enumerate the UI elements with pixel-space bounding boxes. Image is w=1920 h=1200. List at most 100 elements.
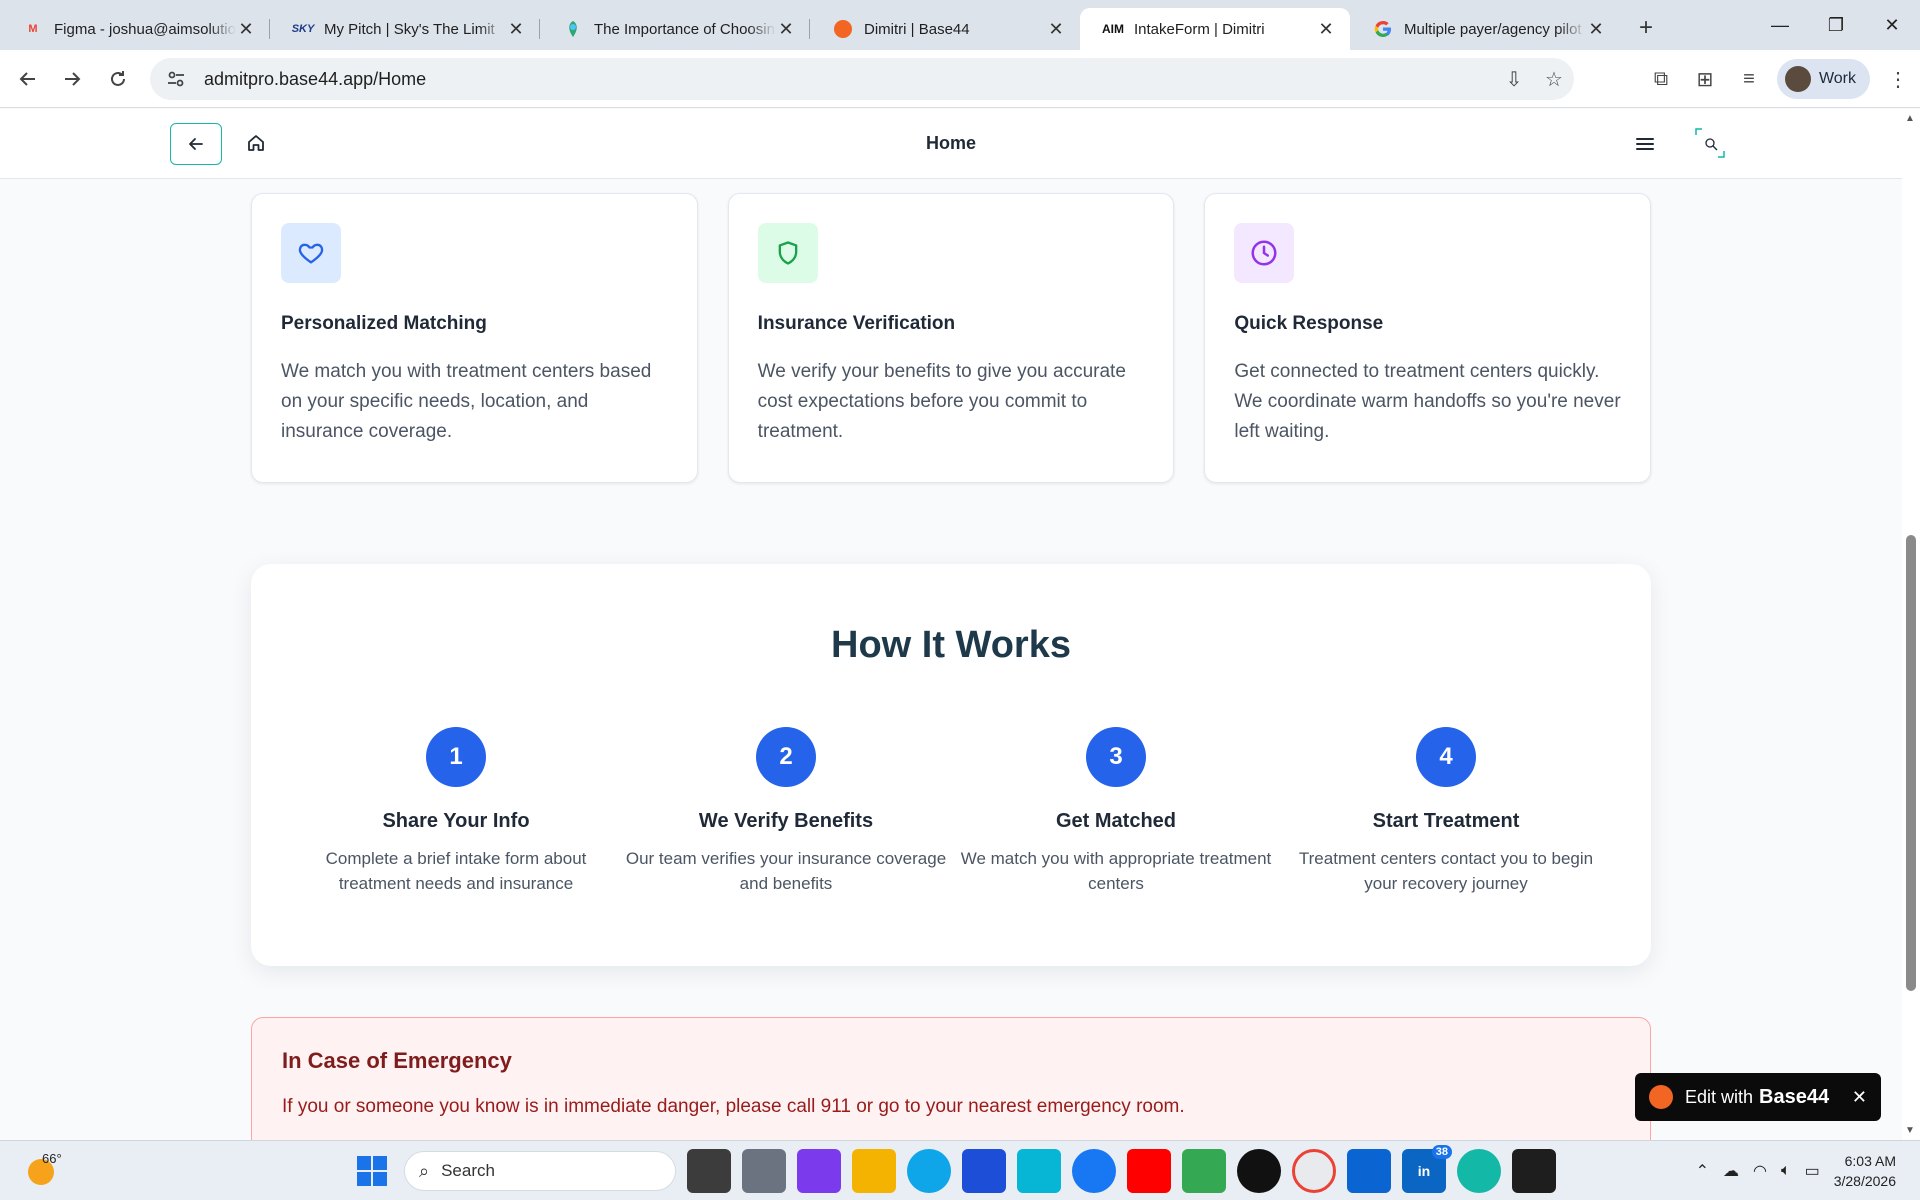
feature-card: Quick Response Get connected to treatmen…	[1204, 193, 1652, 483]
facebook-icon[interactable]	[1072, 1149, 1116, 1193]
chatgpt-icon[interactable]	[1237, 1149, 1281, 1193]
tab-title: Multiple payer/agency pilot	[1404, 20, 1582, 38]
feature-title: Quick Response	[1234, 313, 1384, 334]
scrollbar-thumb[interactable]	[1906, 535, 1916, 991]
feature-title: Insurance Verification	[757, 313, 956, 334]
close-icon[interactable]: ✕	[1852, 1087, 1867, 1108]
volume-icon[interactable]: 🔈︎	[1781, 1162, 1791, 1180]
back-arrow-icon[interactable]	[6, 57, 50, 101]
browser-tab-active[interactable]: AIM IntakeForm | Dimitri ✕	[1080, 8, 1350, 50]
step-number-badge: 2	[756, 727, 816, 787]
scroll-up-icon[interactable]: ▲	[1905, 113, 1915, 124]
battery-icon[interactable]: ▭	[1805, 1161, 1820, 1181]
clock[interactable]: 6:03 AM 3/28/2026	[1834, 1151, 1896, 1191]
feature-card: Personalized Matching We match you with …	[251, 193, 698, 483]
canva-icon[interactable]	[1017, 1149, 1061, 1193]
base44-icon	[834, 20, 852, 38]
tab-close-icon[interactable]: ✕	[1586, 19, 1606, 40]
edit-with-base44-button[interactable]: Edit with Base44 ✕	[1635, 1073, 1881, 1121]
clock-icon	[1251, 240, 1277, 266]
youtube-icon[interactable]	[1127, 1149, 1171, 1193]
step-number-badge: 1	[426, 727, 486, 787]
step-item: 3 Get Matched We match you with appropri…	[951, 727, 1281, 896]
scroll-down-icon[interactable]: ▼	[1905, 1125, 1915, 1136]
tab-close-icon[interactable]: ✕	[236, 19, 256, 40]
edge-icon[interactable]	[907, 1149, 951, 1193]
figma-icon[interactable]	[1512, 1149, 1556, 1193]
feature-card: Insurance Verification We verify your be…	[727, 193, 1175, 483]
profile-button[interactable]: Work	[1776, 59, 1870, 99]
linkedin-icon[interactable]: in 38	[1402, 1145, 1452, 1193]
start-button[interactable]	[350, 1149, 394, 1193]
tab-close-icon[interactable]: ✕	[776, 19, 796, 40]
browser-tab-strip: M Figma - joshua@aimsolutions ✕ SKY My P…	[0, 0, 1920, 50]
calculator-icon[interactable]	[742, 1149, 786, 1193]
step-description: Our team verifies your insurance coverag…	[625, 849, 947, 893]
search-placeholder: Search	[441, 1161, 495, 1180]
browser-toolbar: admitpro.base44.app/Home ⇩ ☆ ⧉ ⊞ ≡ Work …	[0, 50, 1920, 108]
site-settings-icon[interactable]	[166, 69, 186, 89]
window-close-icon[interactable]: ✕	[1864, 0, 1920, 50]
tab-search-icon[interactable]: ⊞	[1683, 67, 1727, 92]
menu-button[interactable]	[1632, 131, 1658, 157]
page-scrollbar[interactable]: ▲ ▼	[1902, 109, 1920, 1140]
taskbar-search[interactable]: ⌕ Search	[404, 1151, 676, 1191]
install-app-icon[interactable]: ⇩	[1494, 67, 1534, 92]
sky-icon: SKY	[291, 23, 315, 35]
window-controls: — ❐ ✕	[1752, 0, 1920, 50]
step-item: 4 Start Treatment Treatment centers cont…	[1281, 727, 1611, 896]
google-drive-icon[interactable]	[1182, 1149, 1226, 1193]
browser-tab[interactable]: M Figma - joshua@aimsolutions ✕	[0, 8, 270, 50]
heart-icon	[298, 243, 324, 264]
browser-tab[interactable]: Dimitri | Base44 ✕	[810, 8, 1080, 50]
windows-taskbar: 66° ⌕ Search in 38 ⌃ ☁ ◠ 🔈︎ ▭ 6:03 AM 3/…	[0, 1140, 1920, 1200]
emergency-notice: In Case of Emergency If you or someone y…	[251, 1017, 1651, 1140]
browser-tab[interactable]: SKY My Pitch | Sky's The Limit ✕	[270, 8, 540, 50]
steps-list: 1 Share Your Info Complete a brief intak…	[291, 727, 1611, 896]
reload-icon[interactable]	[96, 57, 140, 101]
file-explorer-icon[interactable]	[852, 1149, 896, 1193]
new-tab-button[interactable]: +	[1628, 10, 1664, 46]
step-number-badge: 3	[1086, 727, 1146, 787]
outlook-icon[interactable]	[1347, 1149, 1391, 1193]
tab-close-icon[interactable]: ✕	[1046, 19, 1066, 40]
store-icon[interactable]	[962, 1149, 1006, 1193]
browser-tab[interactable]: The Importance of Choosing ✕	[540, 8, 810, 50]
step-title: We Verify Benefits	[698, 810, 874, 832]
wifi-icon[interactable]: ◠	[1753, 1161, 1767, 1181]
edit-label: Edit with	[1685, 1086, 1754, 1107]
app-logo[interactable]	[1692, 125, 1728, 161]
tab-title: Dimitri | Base44	[864, 20, 970, 38]
media-controls-icon[interactable]: ≡	[1727, 68, 1771, 91]
more-menu-icon[interactable]: ⋮	[1876, 67, 1920, 92]
weather-widget[interactable]: 66°	[24, 1151, 64, 1191]
extensions-icon[interactable]: ⧉	[1639, 68, 1683, 91]
google-icon	[1374, 20, 1392, 38]
onedrive-icon[interactable]: ☁	[1723, 1161, 1739, 1181]
tab-close-icon[interactable]: ✕	[506, 19, 526, 40]
forward-arrow-icon[interactable]	[50, 57, 94, 101]
edit-brand: Base44	[1759, 1085, 1830, 1108]
browser-tab[interactable]: Multiple payer/agency pilot ✕	[1350, 8, 1620, 50]
aim-icon: AIM	[1102, 22, 1124, 36]
bookmark-star-icon[interactable]: ☆	[1534, 67, 1574, 92]
step-description: Treatment centers contact you to begin y…	[1298, 849, 1594, 893]
copilot-icon[interactable]	[1457, 1149, 1501, 1193]
chevron-up-icon[interactable]: ⌃	[1696, 1161, 1709, 1181]
section-heading: How It Works	[831, 624, 1071, 666]
chrome-icon[interactable]	[1292, 1149, 1336, 1193]
tab-title: Figma - joshua@aimsolutions	[54, 20, 236, 38]
tab-close-icon[interactable]: ✕	[1316, 19, 1336, 40]
feature-icon-tile	[1234, 223, 1295, 283]
restore-icon[interactable]: ❐	[1808, 0, 1864, 50]
profile-label: Work	[1818, 70, 1856, 87]
base44-logo-icon	[1649, 1085, 1673, 1109]
m365-icon[interactable]	[797, 1149, 841, 1193]
tab-title: IntakeForm | Dimitri	[1134, 20, 1265, 38]
step-item: 1 Share Your Info Complete a brief intak…	[291, 727, 621, 896]
emergency-title: In Case of Emergency	[282, 1048, 512, 1073]
address-bar[interactable]: admitpro.base44.app/Home ⇩ ☆	[150, 58, 1574, 100]
minimize-icon[interactable]: —	[1752, 0, 1808, 50]
tab-title: The Importance of Choosing	[594, 20, 776, 38]
task-view-icon[interactable]	[687, 1149, 731, 1193]
